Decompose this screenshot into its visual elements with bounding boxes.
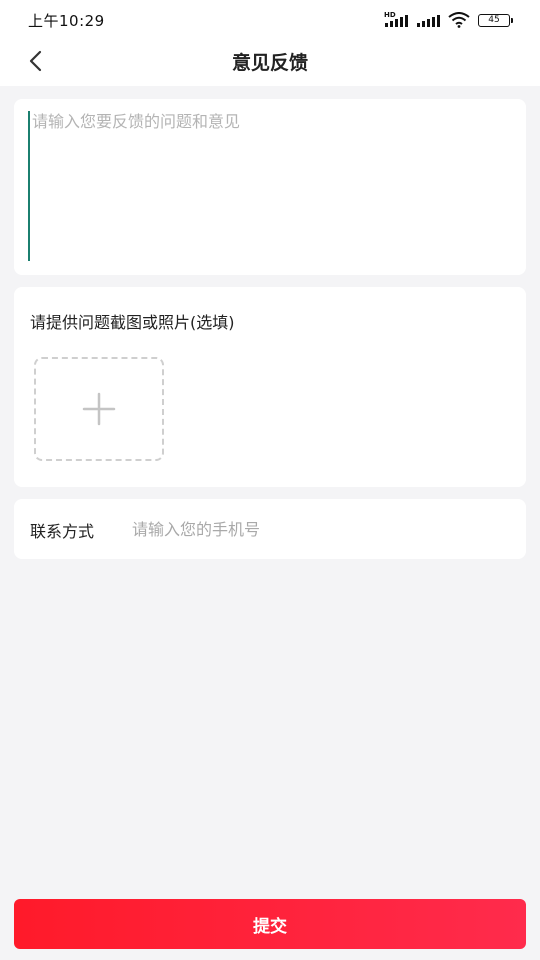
feedback-card bbox=[14, 99, 526, 275]
contact-label: 联系方式 bbox=[30, 522, 95, 541]
feedback-screen: 上午10:29 HD 45 意见反馈 请输入您要反馈的问题和意见 请提供问题截图… bbox=[0, 0, 540, 960]
screenshot-card: 请提供问题截图或照片(选填) bbox=[14, 287, 526, 487]
signal-icon bbox=[416, 13, 440, 27]
submit-button[interactable]: 提交 bbox=[14, 899, 526, 949]
wifi-icon bbox=[448, 12, 470, 28]
screenshot-label: 请提供问题截图或照片(选填) bbox=[30, 313, 235, 332]
phone-input[interactable] bbox=[132, 513, 502, 545]
status-time: 上午10:29 bbox=[28, 11, 105, 30]
nav-bar: 意见反馈 bbox=[0, 40, 540, 86]
status-bar: 上午10:29 HD 45 bbox=[0, 0, 540, 40]
battery-level: 45 bbox=[488, 15, 500, 25]
status-icons: HD 45 bbox=[384, 11, 513, 28]
add-image-button[interactable] bbox=[34, 357, 164, 461]
contact-card: 联系方式 bbox=[14, 499, 526, 559]
feedback-textarea[interactable] bbox=[28, 111, 512, 261]
page-title: 意见反馈 bbox=[231, 52, 308, 74]
plus-icon bbox=[82, 392, 116, 426]
battery-icon: 45 bbox=[478, 13, 513, 27]
signal-hd-icon: HD bbox=[384, 11, 408, 27]
